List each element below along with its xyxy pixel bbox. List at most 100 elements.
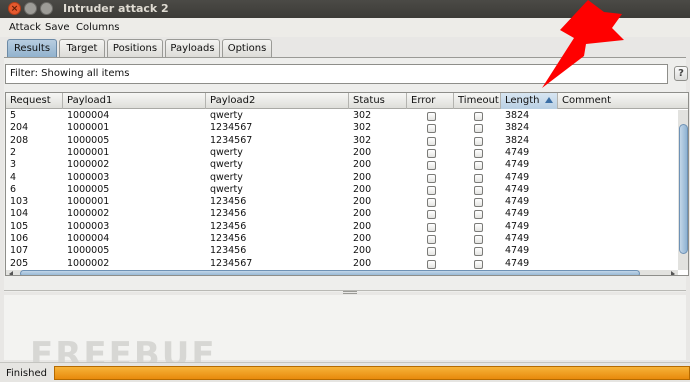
horizontal-scroll-thumb[interactable] (20, 270, 640, 275)
pane-splitter[interactable] (4, 290, 686, 294)
error-checkbox[interactable] (427, 222, 436, 232)
timeout-checkbox[interactable] (474, 210, 483, 220)
timeout-checkbox[interactable] (474, 247, 483, 257)
menu-save[interactable]: Save (45, 22, 70, 33)
table-row[interactable]: 2 1000001 qwerty 200 4749 (6, 147, 678, 159)
menu-attack[interactable]: Attack (9, 22, 41, 33)
table-row[interactable]: 205 1000002 1234567 200 4749 (6, 258, 678, 270)
table-row[interactable]: 104 1000002 123456 200 4749 (6, 208, 678, 220)
tab-options[interactable]: Options (222, 39, 272, 58)
cell-request: 6 (10, 183, 17, 195)
cell-payload1: 1000001 (67, 146, 110, 158)
table-row[interactable]: 106 1000004 123456 200 4749 (6, 233, 678, 245)
minimize-window-button[interactable] (24, 2, 37, 15)
red-annotation-arrow-icon (542, 0, 624, 88)
vertical-scrollbar[interactable] (678, 110, 688, 270)
timeout-checkbox[interactable] (474, 259, 483, 269)
status-text: Finished (6, 368, 47, 379)
timeout-checkbox[interactable] (474, 185, 483, 195)
cell-payload2: 1234567 (210, 122, 253, 134)
timeout-checkbox[interactable] (474, 235, 483, 244)
error-checkbox[interactable] (427, 148, 436, 158)
column-header-payload2[interactable]: Payload2 (206, 93, 349, 109)
cell-payload1: 1000003 (67, 171, 110, 183)
maximize-window-button[interactable] (40, 2, 53, 15)
error-checkbox[interactable] (427, 112, 436, 121)
error-checkbox[interactable] (427, 235, 436, 244)
cell-status: 302 (353, 122, 372, 134)
timeout-checkbox[interactable] (474, 148, 483, 158)
error-checkbox[interactable] (427, 259, 436, 269)
timeout-checkbox[interactable] (474, 112, 483, 121)
cell-payload2: 123456 (210, 233, 247, 244)
splitter-grip-icon[interactable] (343, 291, 357, 294)
error-checkbox[interactable] (427, 136, 436, 146)
cell-status: 200 (353, 196, 372, 208)
table-row[interactable]: 107 1000005 123456 200 4749 (6, 245, 678, 257)
cell-payload1: 1000005 (67, 245, 110, 257)
tab-target[interactable]: Target (59, 39, 105, 58)
scroll-right-icon[interactable] (671, 271, 675, 275)
cell-payload2: qwerty (210, 159, 243, 171)
cell-status: 200 (353, 245, 372, 257)
cell-status: 200 (353, 257, 372, 269)
timeout-checkbox[interactable] (474, 136, 483, 146)
horizontal-scrollbar[interactable] (6, 270, 678, 275)
column-header-comment[interactable]: Comment (558, 93, 688, 109)
table-row[interactable]: 103 1000001 123456 200 4749 (6, 196, 678, 208)
error-checkbox[interactable] (427, 124, 436, 134)
column-header-request[interactable]: Request (6, 93, 63, 109)
vertical-scroll-thumb[interactable] (679, 124, 688, 254)
error-checkbox[interactable] (427, 198, 436, 208)
cell-request: 2 (10, 146, 17, 158)
column-header-timeout[interactable]: Timeout (454, 93, 501, 109)
cell-length: 4749 (505, 196, 530, 208)
tab-payloads[interactable]: Payloads (165, 39, 220, 58)
timeout-checkbox[interactable] (474, 173, 483, 183)
error-checkbox[interactable] (427, 161, 436, 171)
error-checkbox[interactable] (427, 210, 436, 220)
table-row[interactable]: 208 1000005 1234567 302 3824 (6, 135, 678, 147)
cell-length: 4749 (505, 208, 530, 220)
table-row[interactable]: 105 1000003 123456 200 4749 (6, 221, 678, 233)
cell-status: 302 (353, 110, 372, 121)
timeout-checkbox[interactable] (474, 222, 483, 232)
scroll-left-icon[interactable] (9, 271, 13, 275)
status-bar: Finished (0, 362, 690, 382)
cell-status: 200 (353, 208, 372, 220)
column-header-status[interactable]: Status (349, 93, 407, 109)
cell-request: 106 (10, 233, 29, 244)
timeout-checkbox[interactable] (474, 124, 483, 134)
close-window-button[interactable]: × (8, 2, 21, 15)
cell-payload1: 1000002 (67, 257, 110, 269)
window-title: Intruder attack 2 (63, 2, 169, 15)
error-checkbox[interactable] (427, 247, 436, 257)
cell-length: 4749 (505, 220, 530, 232)
tab-results[interactable]: Results (7, 39, 57, 58)
table-row[interactable]: 5 1000004 qwerty 302 3824 (6, 110, 678, 122)
cell-payload1: 1000004 (67, 233, 110, 244)
menu-columns[interactable]: Columns (76, 22, 120, 33)
cell-payload2: 123456 (210, 245, 247, 257)
tab-positions[interactable]: Positions (107, 39, 163, 58)
column-header-error[interactable]: Error (407, 93, 454, 109)
table-row[interactable]: 3 1000002 qwerty 200 4749 (6, 159, 678, 171)
column-header-payload1[interactable]: Payload1 (63, 93, 206, 109)
progress-fill (55, 367, 689, 379)
cell-payload1: 1000002 (67, 208, 110, 220)
column-header-length[interactable]: Length (501, 93, 558, 109)
cell-request: 104 (10, 208, 29, 220)
cell-request: 208 (10, 134, 29, 146)
timeout-checkbox[interactable] (474, 161, 483, 171)
cell-status: 200 (353, 159, 372, 171)
cell-payload2: 1234567 (210, 257, 253, 269)
table-row[interactable]: 4 1000003 qwerty 200 4749 (6, 172, 678, 184)
error-checkbox[interactable] (427, 185, 436, 195)
help-button[interactable]: ? (674, 66, 688, 81)
cell-payload1: 1000003 (67, 220, 110, 232)
table-row[interactable]: 204 1000001 1234567 302 3824 (6, 122, 678, 134)
error-checkbox[interactable] (427, 173, 436, 183)
table-row[interactable]: 6 1000005 qwerty 200 4749 (6, 184, 678, 196)
cell-payload1: 1000004 (67, 110, 110, 121)
timeout-checkbox[interactable] (474, 198, 483, 208)
